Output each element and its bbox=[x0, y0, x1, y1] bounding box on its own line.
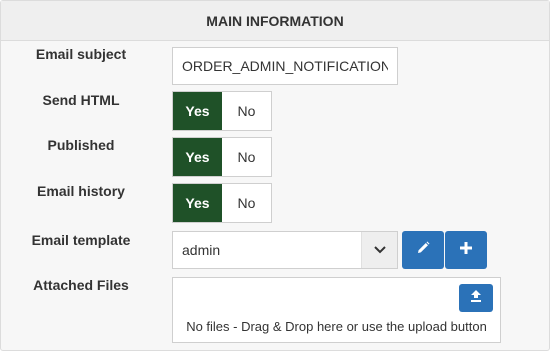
add-template-button[interactable] bbox=[445, 231, 487, 269]
attached-files-dropzone[interactable]: No files - Drag & Drop here or use the u… bbox=[172, 277, 501, 343]
chevron-down-icon[interactable] bbox=[361, 232, 397, 268]
email-subject-label: Email subject bbox=[35, 46, 127, 62]
send-html-toggle: Yes No bbox=[172, 91, 272, 131]
email-history-label: Email history bbox=[37, 183, 125, 199]
upload-icon bbox=[469, 289, 483, 308]
send-html-no-button[interactable]: No bbox=[222, 92, 271, 130]
attached-files-label: Attached Files bbox=[33, 277, 129, 293]
email-history-no-button[interactable]: No bbox=[222, 184, 271, 222]
edit-template-button[interactable] bbox=[402, 231, 444, 269]
published-no-button[interactable]: No bbox=[222, 138, 271, 176]
main-information-panel: MAIN INFORMATION Email subject Send HTML… bbox=[0, 0, 550, 351]
pencil-icon bbox=[415, 240, 431, 261]
published-yes-button[interactable]: Yes bbox=[173, 138, 222, 176]
dropzone-empty-text: No files - Drag & Drop here or use the u… bbox=[186, 319, 487, 334]
plus-icon bbox=[459, 241, 473, 260]
email-history-yes-button[interactable]: Yes bbox=[173, 184, 222, 222]
send-html-yes-button[interactable]: Yes bbox=[173, 92, 222, 130]
panel-title: MAIN INFORMATION bbox=[1, 1, 549, 41]
send-html-label: Send HTML bbox=[42, 92, 120, 108]
email-subject-input[interactable] bbox=[172, 47, 398, 85]
email-history-toggle: Yes No bbox=[172, 183, 272, 223]
email-template-select[interactable]: admin bbox=[172, 231, 398, 269]
upload-button[interactable] bbox=[459, 284, 493, 312]
published-toggle: Yes No bbox=[172, 137, 272, 177]
published-label: Published bbox=[47, 137, 115, 153]
email-template-selected-value: admin bbox=[182, 242, 221, 258]
email-template-label: Email template bbox=[31, 232, 131, 248]
